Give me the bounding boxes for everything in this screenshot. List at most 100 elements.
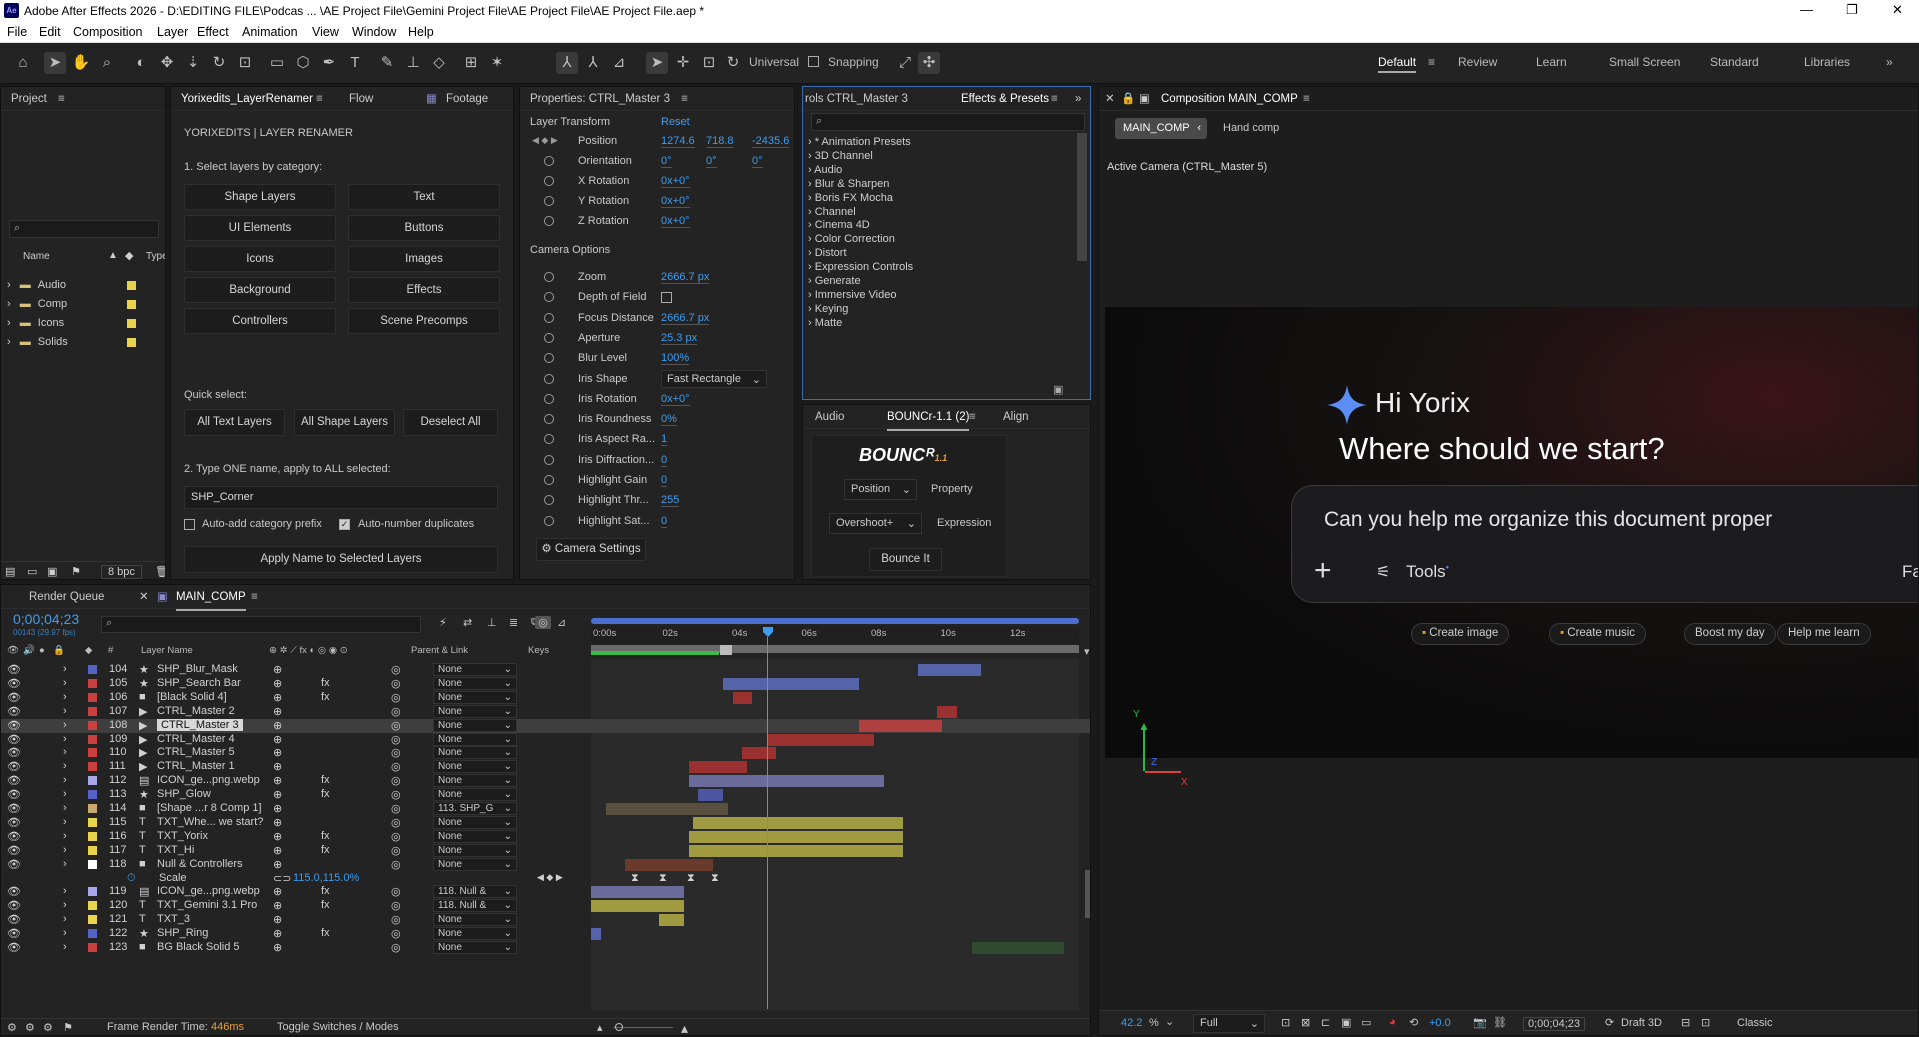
clone-stamp-icon[interactable]: ⊥ [402, 52, 424, 74]
visibility-eye-icon[interactable]: 👁 [7, 844, 21, 857]
zoom-dropdown-icon[interactable]: ⌄ [1165, 1015, 1174, 1028]
category-button[interactable]: Controllers [184, 308, 336, 334]
menu-help[interactable]: Help [408, 25, 434, 39]
label-color-swatch[interactable] [127, 319, 136, 328]
parent-dropdown[interactable]: None ⌄ [433, 676, 517, 690]
fx-switch-icon[interactable]: fx [321, 885, 330, 897]
zoom-slider-thumb[interactable] [615, 1023, 623, 1031]
layer-name[interactable]: CTRL_Master 4 [157, 733, 235, 745]
expand-arrow-icon[interactable]: › [7, 279, 11, 291]
snap-options-icon[interactable]: ⤢ [894, 52, 916, 74]
parent-dropdown[interactable]: None ⌄ [433, 843, 517, 857]
bpc-button[interactable]: 8 bpc [101, 565, 142, 579]
position-x[interactable]: 1274.6 [661, 135, 695, 148]
label-color-swatch[interactable] [88, 804, 97, 813]
orientation-y[interactable]: 0° [706, 155, 717, 168]
keyframe-nav-icon[interactable]: ◀ ◆ ▶ [537, 872, 563, 883]
label-color-swatch[interactable] [88, 665, 97, 674]
visibility-eye-icon[interactable]: 👁 [7, 816, 21, 829]
new-comp-icon[interactable]: ▣ [47, 565, 57, 578]
fx-switch-icon[interactable]: fx [321, 691, 330, 703]
shy-switch-icon[interactable]: ⊕ [273, 899, 282, 912]
tab-composition[interactable]: Composition MAIN_COMP [1161, 87, 1298, 111]
layer-duration-bar[interactable] [693, 816, 904, 829]
visibility-eye-icon[interactable]: 👁 [7, 830, 21, 843]
viewer-timecode[interactable]: 0;00;04;23 [1523, 1017, 1585, 1031]
expand-arrow-icon[interactable]: › [63, 844, 67, 856]
parent-dropdown[interactable]: None ⌄ [433, 857, 517, 871]
interpret-footage-icon[interactable]: ▤ [5, 565, 15, 578]
project-tab[interactable]: Project ≡ [1, 87, 165, 111]
effects-category[interactable]: › Keying [808, 303, 848, 315]
zrot-value[interactable]: 0x+0° [661, 215, 690, 228]
parent-dropdown[interactable]: None ⌄ [433, 788, 517, 802]
axis-world-icon[interactable]: ⅄ [582, 52, 604, 74]
timeline-layer-row[interactable]: 👁 › 123 ■ BG Black Solid 5 ⊕ ◎ None ⌄ [1, 941, 1090, 955]
parent-pickwhip-icon[interactable]: ◎ [391, 802, 401, 815]
camera-option-value[interactable]: 0% [661, 413, 677, 427]
fx-switch-icon[interactable]: fx [321, 788, 330, 800]
visibility-eye-icon[interactable]: 👁 [7, 913, 21, 926]
shy-switch-icon[interactable]: ⊕ [273, 830, 282, 843]
project-col-name[interactable]: Name [23, 251, 50, 262]
timeline-layer-row[interactable]: 👁 › 113 ★ SHP_Glow ⊕ fx ◎ None ⌄ [1, 788, 1090, 802]
comp-viewer-canvas[interactable]: Hi Yorix Where should we start? Can you … [1105, 307, 1918, 758]
layer-name[interactable]: ICON_ge...png.webp [157, 774, 260, 786]
brush-tool-icon[interactable]: ✎ [376, 52, 398, 74]
effects-category[interactable]: › Audio [808, 164, 842, 176]
roto-brush-icon[interactable]: ⊞ [460, 52, 482, 74]
visibility-eye-icon[interactable]: 👁 [7, 885, 21, 898]
expand-arrow-icon[interactable]: › [63, 899, 67, 911]
orientation-z[interactable]: 0° [752, 155, 763, 168]
keyframe-nav-icon[interactable]: ◀ ◆ ▶ [532, 135, 558, 146]
category-button[interactable]: Images [348, 246, 500, 272]
camera-option-value[interactable]: 0 [661, 474, 668, 487]
label-color-swatch[interactable] [88, 929, 97, 939]
position-dropdown[interactable]: Position ⌄ [844, 479, 917, 500]
mask-path-icon[interactable]: ⊏ [1321, 1016, 1330, 1029]
expand-arrow-icon[interactable]: › [7, 298, 11, 310]
breadcrumb-main-comp[interactable]: MAIN_COMP ‹ [1115, 118, 1207, 139]
label-color-swatch[interactable] [127, 300, 136, 309]
layer-name[interactable]: TXT_Hi [157, 844, 194, 856]
menu-file[interactable]: File [7, 25, 27, 39]
menu-view[interactable]: View [312, 25, 339, 39]
camera-option-value[interactable]: 2666.7 px [661, 312, 710, 325]
new-folder-icon[interactable]: ▭ [27, 565, 37, 578]
properties-tab[interactable]: Properties: CTRL_Master 3 ≡ [520, 87, 794, 111]
tab-bouncr[interactable]: BOUNCr-1.1 (2) [887, 405, 970, 431]
keyframe-icon[interactable]: ⧗ [687, 872, 695, 885]
parent-pickwhip-icon[interactable]: ◎ [391, 816, 401, 829]
camera-settings-button[interactable]: ⚙ Camera Settings [536, 538, 646, 561]
project-item[interactable]: › ▬ Icons [7, 317, 64, 329]
zoom-out-icon[interactable]: ▴ [597, 1021, 603, 1034]
visibility-eye-icon[interactable]: 👁 [7, 802, 21, 815]
snapshot-icon[interactable]: 📷 [1473, 1016, 1487, 1029]
timeline-scrollbar[interactable] [1085, 870, 1090, 918]
visibility-eye-icon[interactable]: 👁 [7, 858, 21, 871]
camera-option-value[interactable]: 255 [661, 494, 680, 508]
draft3d-icon[interactable]: ⊥ [487, 616, 497, 629]
timeline-layer-row[interactable]: 👁 › 108 ▶ CTRL_Master 3 ⊕ ◎ None ⌄ [1, 718, 1090, 733]
project-search-input[interactable]: ⌕ [9, 220, 159, 238]
expand-arrow-icon[interactable]: › [63, 816, 67, 828]
parent-pickwhip-icon[interactable]: ◎ [391, 663, 401, 676]
camera-option-value[interactable]: 2666.7 px [661, 271, 710, 284]
label-color-swatch[interactable] [88, 678, 97, 688]
parent-pickwhip-icon[interactable]: ◎ [391, 746, 401, 759]
visibility-eye-icon[interactable]: 👁 [7, 899, 21, 912]
parent-dropdown[interactable]: None ⌄ [433, 718, 517, 732]
keyframe-icon[interactable]: ⧗ [631, 872, 639, 885]
expand-switches-icon[interactable]: ⚙ [7, 1021, 17, 1034]
parent-dropdown[interactable]: None ⌄ [433, 690, 517, 704]
effects-category[interactable]: › * Animation Presets [808, 136, 911, 148]
timeline-layer-row[interactable]: 👁 › 118 ■ Null & Controllers ⊕ ◎ None ⌄ [1, 857, 1090, 872]
layer-duration-bar[interactable] [591, 900, 684, 913]
stopwatch-icon[interactable] [544, 312, 554, 323]
effects-category[interactable]: › Channel [808, 206, 856, 218]
work-area-start-handle[interactable] [720, 645, 732, 655]
suggestion-chip[interactable]: ▪ Create image [1411, 623, 1510, 645]
category-button[interactable]: UI Elements [184, 215, 336, 241]
reset-link[interactable]: Reset [661, 116, 690, 128]
camera-option-value[interactable]: 1 [661, 433, 668, 447]
